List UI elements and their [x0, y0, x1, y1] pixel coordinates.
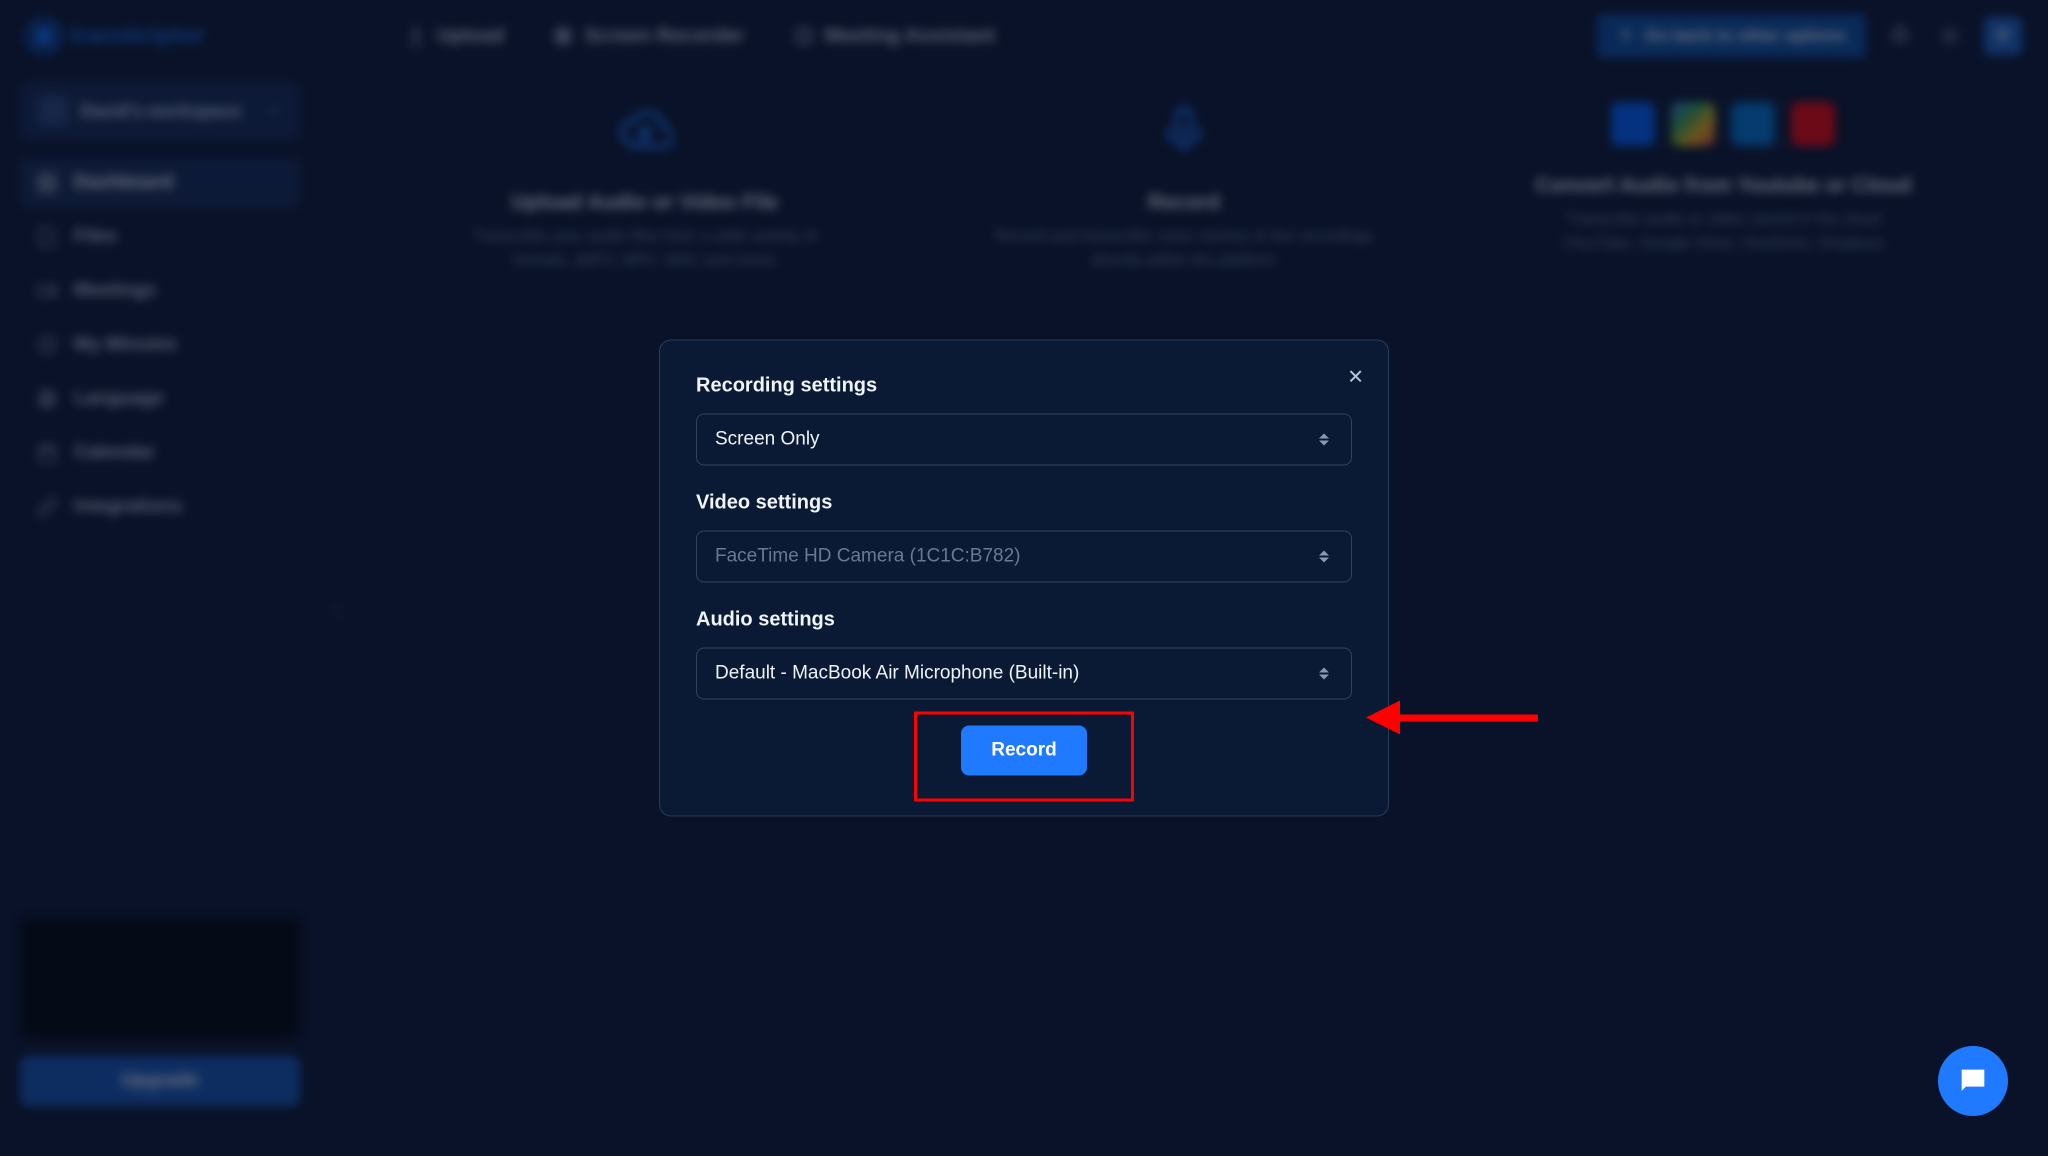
select-value: FaceTime HD Camera (1C1C:B782) [715, 546, 1021, 568]
chat-fab[interactable] [1938, 1046, 2008, 1116]
audio-device-select[interactable]: Default - MacBook Air Microphone (Built-… [696, 648, 1352, 700]
recording-settings-label: Recording settings [696, 375, 1352, 398]
recording-mode-select[interactable]: Screen Only [696, 414, 1352, 466]
chevron-updown-icon [1319, 548, 1333, 566]
video-settings-label: Video settings [696, 492, 1352, 515]
select-value: Default - MacBook Air Microphone (Built-… [715, 663, 1079, 685]
video-device-select[interactable]: FaceTime HD Camera (1C1C:B782) [696, 531, 1352, 583]
recording-settings-modal: ✕ Recording settings Screen Only Video s… [659, 340, 1389, 817]
chevron-updown-icon [1319, 665, 1333, 683]
annotation-arrow [1366, 710, 1538, 726]
chevron-updown-icon [1319, 431, 1333, 449]
record-button[interactable]: Record [961, 726, 1086, 776]
close-icon[interactable]: ✕ [1347, 365, 1364, 390]
chat-icon [1956, 1064, 1990, 1098]
select-value: Screen Only [715, 429, 820, 451]
audio-settings-label: Audio settings [696, 609, 1352, 632]
